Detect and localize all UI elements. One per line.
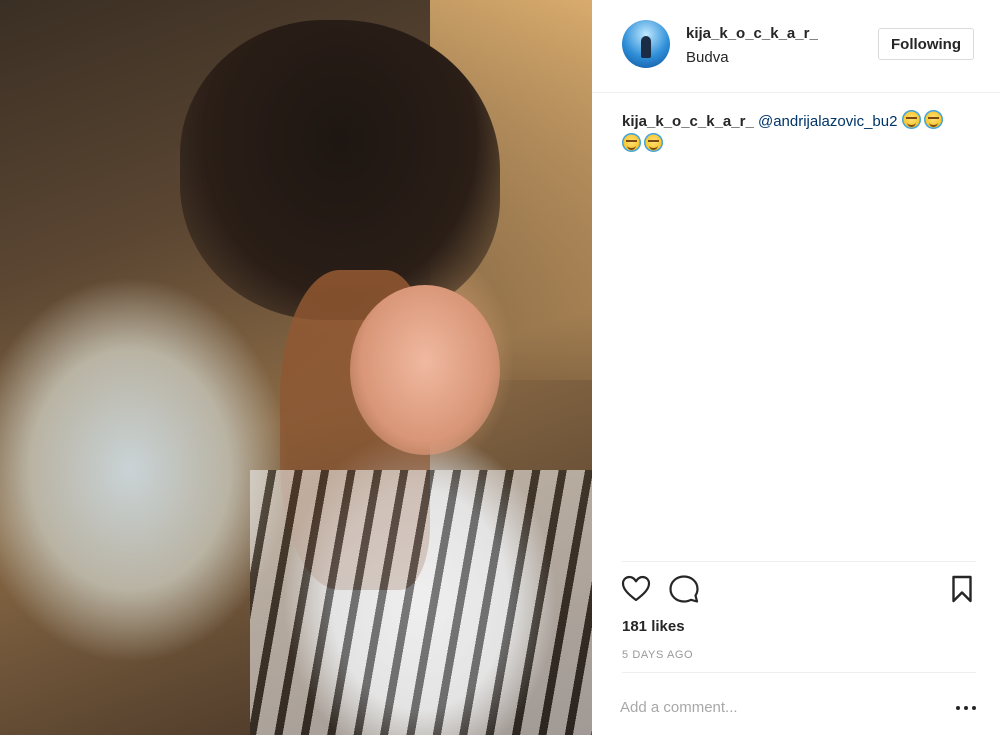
- comment-input[interactable]: [620, 694, 940, 720]
- post-caption: kija_k_o_c_k_a_r_ @andrijalazovic_bu2: [622, 110, 972, 156]
- likes-count[interactable]: 181 likes: [622, 618, 685, 635]
- halo-smile-icon: [901, 110, 921, 129]
- comment-button[interactable]: [668, 573, 700, 605]
- heart-icon: [621, 575, 651, 602]
- caption-mention[interactable]: @andrijalazovic_bu2: [758, 113, 897, 130]
- more-options-button[interactable]: [954, 697, 978, 717]
- post-photo[interactable]: [0, 0, 592, 735]
- photo-striped-shirt: [250, 470, 592, 735]
- avatar[interactable]: [622, 20, 670, 68]
- halo-smile-icon: [644, 133, 663, 152]
- following-button[interactable]: Following: [878, 28, 974, 60]
- like-button[interactable]: [620, 573, 652, 605]
- post-sidebar: kija_k_o_c_k_a_r_ Budva Following kija_k…: [592, 0, 1000, 735]
- halo-smile-icon: [622, 133, 641, 152]
- comment-bubble-icon: [669, 575, 699, 603]
- more-dot: [972, 706, 976, 710]
- more-dot: [964, 706, 968, 710]
- actions-divider: [622, 561, 976, 562]
- bookmark-icon: [952, 575, 972, 603]
- comment-divider: [622, 672, 976, 673]
- caption-username[interactable]: kija_k_o_c_k_a_r_: [622, 113, 754, 130]
- post-timestamp[interactable]: 5 DAYS AGO: [622, 649, 693, 661]
- post-header: kija_k_o_c_k_a_r_ Budva Following: [592, 0, 1000, 93]
- more-dot: [956, 706, 960, 710]
- post-username[interactable]: kija_k_o_c_k_a_r_: [686, 25, 818, 42]
- photo-woman-face: [350, 285, 500, 455]
- avatar-figure: [641, 36, 651, 58]
- post-location[interactable]: Budva: [686, 49, 729, 66]
- save-button[interactable]: [946, 573, 978, 605]
- halo-smile-icon: [923, 110, 943, 129]
